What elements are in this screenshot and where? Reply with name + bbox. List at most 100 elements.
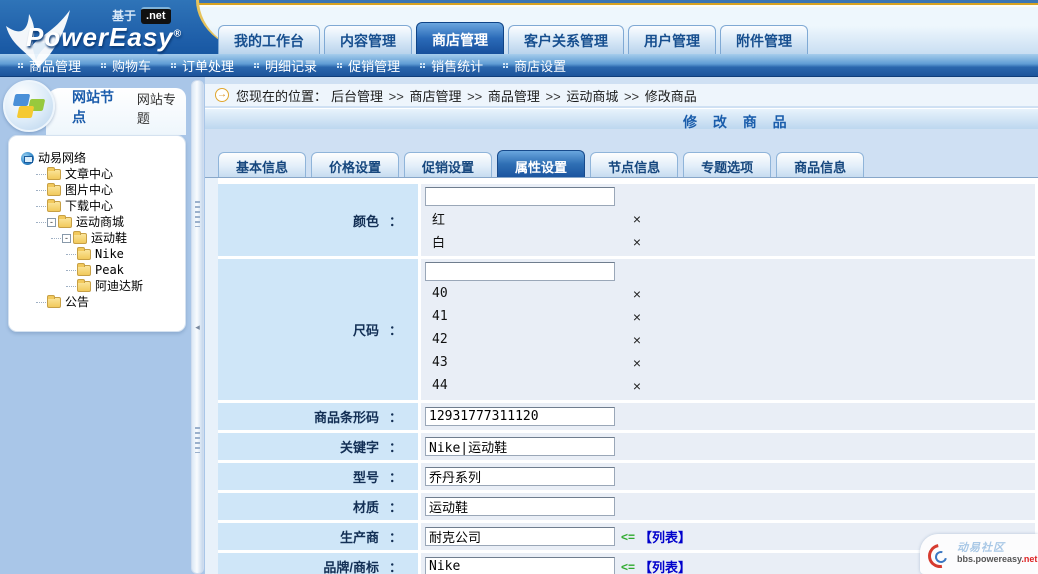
submenu-item[interactable]: 促销管理 [337, 56, 400, 75]
breadcrumb-item[interactable]: 商店管理 [409, 89, 461, 104]
form-row: 颜色：红×白× [218, 184, 1035, 256]
attribute-item-value: 41 [432, 309, 448, 324]
submenu-item-label: 订单处理 [182, 56, 234, 75]
tree-node[interactable]: -运动商城 [19, 214, 179, 230]
breadcrumb-item[interactable]: 修改商品 [645, 89, 697, 104]
sidebar-tab-site-specials[interactable]: 网站专题 [137, 89, 186, 127]
list-link[interactable]: 【列表】 [639, 527, 691, 546]
field-input[interactable] [425, 437, 615, 456]
top-tab[interactable]: 我的工作台 [218, 25, 320, 54]
breadcrumb-item[interactable]: 商品管理 [488, 89, 540, 104]
field-input[interactable] [425, 557, 615, 574]
top-tab[interactable]: 客户关系管理 [508, 25, 624, 54]
breadcrumb-item[interactable]: 运动商城 [566, 89, 618, 104]
row-label: 品牌/商标 [323, 557, 379, 574]
submenu-item[interactable]: 销售统计 [420, 56, 483, 75]
row-label: 生产商 [340, 527, 379, 546]
form-tab[interactable]: 促销设置 [404, 152, 492, 177]
remove-item-button[interactable]: × [631, 379, 643, 393]
breadcrumb: → 您现在的位置： 后台管理 >> 商店管理 >> 商品管理 >> 运动商城 >… [205, 84, 1038, 106]
remove-item-button[interactable]: × [631, 356, 643, 370]
attribute-add-input[interactable] [425, 262, 615, 281]
breadcrumb-separator: >> [385, 89, 407, 104]
row-label: 型号 [353, 467, 379, 486]
tree-node-label: 下载中心 [65, 199, 113, 213]
site-cube-icon [3, 80, 55, 132]
field-input[interactable] [425, 407, 615, 426]
form-tab[interactable]: 节点信息 [590, 152, 678, 177]
app-header: PowerEasy® 基于 .net 我的工作台内容管理商店管理客户关系管理用户… [0, 0, 1038, 77]
list-arrow: <= [621, 530, 635, 544]
remove-item-button[interactable]: × [631, 212, 643, 226]
remove-item-button[interactable]: × [631, 333, 643, 347]
input-line [425, 406, 1035, 427]
tree-node[interactable]: 公告 [19, 294, 179, 310]
breadcrumb-prefix: 您现在的位置： [236, 86, 327, 105]
folder-icon [47, 297, 61, 308]
bullet-icon [171, 63, 176, 68]
top-tabs: 我的工作台内容管理商店管理客户关系管理用户管理附件管理 [218, 22, 808, 54]
remove-item-button[interactable]: × [631, 235, 643, 249]
submenu-item-label: 商店设置 [514, 56, 566, 75]
tree-node[interactable]: Peak [19, 262, 179, 278]
form-row: 尺码：40×41×42×43×44× [218, 259, 1035, 400]
submenu-item-label: 促销管理 [348, 56, 400, 75]
form-row: 关键字： [218, 433, 1035, 460]
submenu-item-label: 购物车 [112, 56, 151, 75]
top-tab[interactable]: 附件管理 [720, 25, 808, 54]
folder-icon [77, 265, 91, 276]
tree-node[interactable]: Nike [19, 246, 179, 262]
splitter-collapse-icon[interactable]: ◂ [195, 323, 200, 332]
tree-expander[interactable]: - [47, 218, 56, 227]
submenu-item-label: 销售统计 [431, 56, 483, 75]
row-label: 关键字 [340, 437, 379, 456]
row-label-cell: 生产商 ： [218, 523, 418, 550]
row-value-cell [418, 463, 1035, 490]
tree-node[interactable]: 阿迪达斯 [19, 278, 179, 294]
list-link[interactable]: 【列表】 [639, 557, 691, 574]
breadcrumb-item[interactable]: 后台管理 [331, 89, 383, 104]
row-label-colon: ： [389, 527, 402, 546]
row-label: 材质 [353, 497, 379, 516]
brand-logo-text: PowerEasy® [26, 22, 182, 53]
form-tab[interactable]: 价格设置 [311, 152, 399, 177]
form-tab[interactable]: 属性设置 [497, 150, 585, 177]
submenu-item[interactable]: 明细记录 [254, 56, 317, 75]
splitter-grip-icon [195, 427, 200, 453]
tree-node-label: 运动鞋 [91, 231, 127, 245]
field-input[interactable] [425, 527, 615, 546]
submenu-item[interactable]: 商店设置 [503, 56, 566, 75]
tree-expander[interactable]: - [62, 234, 71, 243]
watermark-community-name: 动易社区 [957, 543, 1037, 554]
field-input[interactable] [425, 497, 615, 516]
tree-node[interactable]: 文章中心 [19, 166, 179, 182]
based-on-label: 基于 [112, 7, 136, 24]
form-tab[interactable]: 商品信息 [776, 152, 864, 177]
tree-node[interactable]: 图片中心 [19, 182, 179, 198]
tree-node[interactable]: 动易网络 [19, 150, 179, 166]
input-line [425, 466, 1035, 487]
tree-connector [51, 238, 61, 239]
field-input[interactable] [425, 467, 615, 486]
top-tab[interactable]: 用户管理 [628, 25, 716, 54]
attribute-add-input[interactable] [425, 187, 615, 206]
attribute-item-value: 43 [432, 355, 448, 370]
form-tab[interactable]: 基本信息 [218, 152, 306, 177]
tree-node-label: Peak [95, 263, 124, 277]
sidebar-splitter[interactable]: ◂ [191, 80, 204, 574]
submenu-item-label: 明细记录 [265, 56, 317, 75]
form-tab[interactable]: 专题选项 [683, 152, 771, 177]
tree-node[interactable]: - 运动鞋 [19, 230, 179, 246]
sidebar-header: 网站节点 网站专题 [46, 88, 186, 135]
tree-connector [36, 174, 46, 175]
remove-item-button[interactable]: × [631, 287, 643, 301]
top-tab[interactable]: 内容管理 [324, 25, 412, 54]
submenu-item[interactable]: 购物车 [101, 56, 151, 75]
submenu-item[interactable]: 订单处理 [171, 56, 234, 75]
attribute-item-value: 白 [432, 232, 445, 251]
folder-icon [73, 233, 87, 244]
remove-item-button[interactable]: × [631, 310, 643, 324]
sidebar-tab-site-nodes[interactable]: 网站节点 [72, 87, 125, 127]
tree-node[interactable]: 下载中心 [19, 198, 179, 214]
top-tab[interactable]: 商店管理 [416, 22, 504, 54]
